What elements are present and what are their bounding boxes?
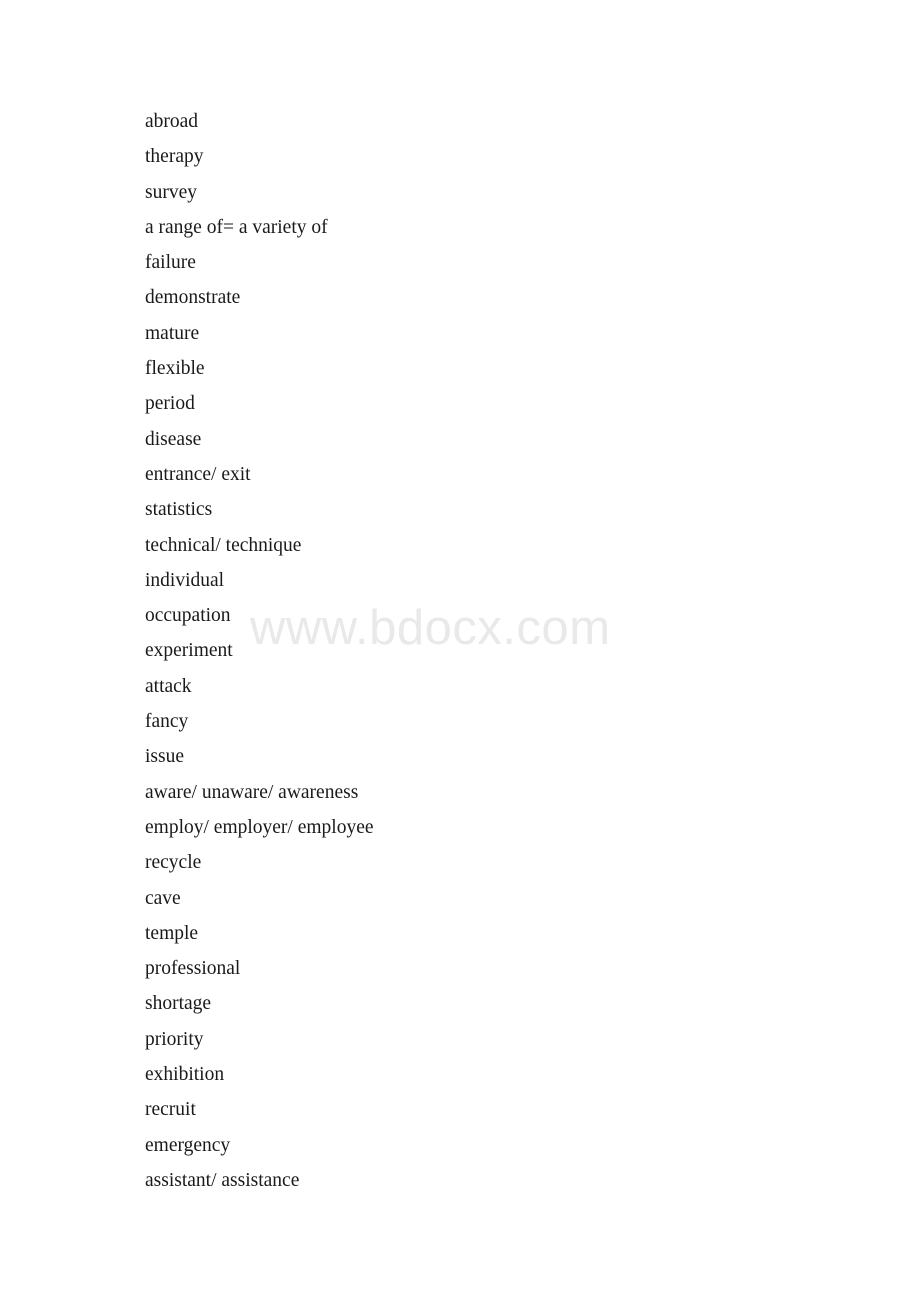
vocabulary-line: recycle bbox=[145, 852, 202, 874]
vocabulary-line: exhibition bbox=[145, 1064, 225, 1086]
vocabulary-line: period bbox=[145, 393, 195, 415]
vocabulary-line: mature bbox=[145, 322, 200, 344]
vocabulary-line: a range of= a variety of bbox=[145, 216, 328, 238]
vocabulary-line: occupation bbox=[145, 605, 231, 627]
vocabulary-word-list: abroad therapy survey a range of= a variety… bbox=[145, 104, 845, 1198]
vocabulary-line: professional bbox=[145, 958, 241, 980]
vocabulary-line: individual bbox=[145, 569, 225, 591]
vocabulary-line: experiment bbox=[145, 640, 233, 662]
vocabulary-line: assistant/ assistance bbox=[145, 1169, 300, 1191]
vocabulary-line: temple bbox=[145, 922, 199, 944]
vocabulary-line: flexible bbox=[145, 358, 205, 380]
vocabulary-line: fancy bbox=[145, 711, 189, 733]
document-page: www.bdocx.com abroad therapy survey a range… bbox=[0, 0, 920, 1302]
vocabulary-line: cave bbox=[145, 887, 181, 909]
vocabulary-line: aware/ unaware/ awareness bbox=[145, 781, 359, 803]
vocabulary-line: recruit bbox=[145, 1099, 196, 1121]
vocabulary-line: statistics bbox=[145, 499, 213, 521]
vocabulary-line: issue bbox=[145, 746, 184, 768]
vocabulary-line: demonstrate bbox=[145, 287, 241, 309]
vocabulary-line: technical/ technique bbox=[145, 534, 302, 556]
vocabulary-line: shortage bbox=[145, 993, 212, 1015]
vocabulary-line: failure bbox=[145, 252, 196, 274]
vocabulary-line: abroad bbox=[145, 111, 199, 132]
vocabulary-line: entrance/ exit bbox=[145, 463, 251, 485]
vocabulary-line: emergency bbox=[145, 1134, 231, 1156]
vocabulary-line: employ/ employer/ employee bbox=[145, 816, 374, 838]
vocabulary-line: disease bbox=[145, 428, 202, 450]
vocabulary-line: attack bbox=[145, 675, 192, 697]
vocabulary-line: priority bbox=[145, 1028, 204, 1050]
vocabulary-line: survey bbox=[145, 181, 197, 203]
vocabulary-line: therapy bbox=[145, 146, 204, 168]
